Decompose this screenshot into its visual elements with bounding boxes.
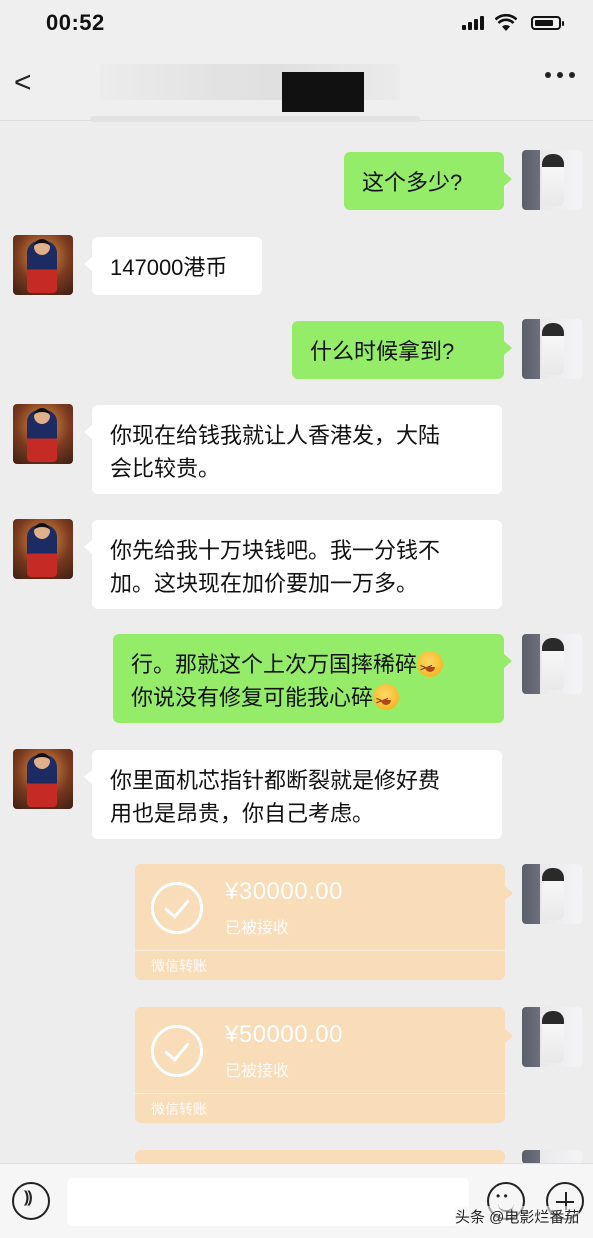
message-text: 什么时候拿到?: [310, 339, 455, 364]
my-avatar[interactable]: [522, 1150, 582, 1164]
back-icon[interactable]: <: [14, 68, 32, 98]
transfer-status: 已被接收: [225, 1063, 290, 1080]
message-text-line: 你里面机芯指针都断裂就是修好费: [110, 768, 441, 793]
message-text-line: 加。这块现在加价要加一万多。: [110, 571, 419, 596]
message-text-line: 你现在给钱我就让人香港发，大陆: [110, 423, 441, 448]
message-bubble-incoming[interactable]: 你先给我十万块钱吧。我一分钱不 加。这块现在加价要加一万多。: [84, 520, 502, 609]
transfer-divider: [135, 1093, 505, 1094]
status-time: 00:52: [46, 10, 105, 35]
transfer-amount: ¥50000.00: [225, 1021, 343, 1048]
transfer-footer: 微信转账: [151, 1101, 207, 1117]
message-text-line: 你说没有修复可能我心碎: [131, 685, 374, 710]
wifi-icon: [494, 13, 518, 32]
transfer-status: 已被接收: [225, 920, 290, 937]
message-bubble-outgoing[interactable]: 什么时候拿到?: [292, 321, 512, 379]
message-bubble-incoming[interactable]: 你里面机芯指针都断裂就是修好费 用也是昂贵，你自己考虑。: [84, 750, 502, 839]
battery-icon: [531, 16, 564, 30]
contact-avatar[interactable]: [13, 235, 73, 295]
transfer-amount: ¥30000.00: [225, 878, 343, 905]
message-bubble-outgoing[interactable]: 行。那就这个上次万国摔稀碎 你说没有修复可能我心碎: [113, 634, 512, 723]
message-bubble-incoming[interactable]: 147000港币: [84, 237, 262, 295]
message-text: 这个多少?: [362, 170, 463, 195]
watermark: 头条 @电影烂番茄: [455, 1206, 580, 1227]
transfer-card[interactable]: ¥50000.00 已被接收 微信转账: [135, 1007, 513, 1123]
my-avatar[interactable]: [522, 150, 582, 210]
message-bubble-outgoing[interactable]: 这个多少?: [344, 152, 512, 210]
message-text-line: 会比较贵。: [110, 456, 221, 481]
message-text-line: 用也是昂贵，你自己考虑。: [110, 801, 375, 826]
my-avatar[interactable]: [522, 634, 582, 694]
transfer-card[interactable]: ¥30000.00 已被接收 微信转账: [135, 864, 513, 980]
angry-face-emoji-icon: [417, 651, 444, 685]
message-bubble-incoming[interactable]: 你现在给钱我就让人香港发，大陆 会比较贵。: [84, 405, 502, 494]
transfer-footer: 微信转账: [151, 958, 207, 974]
chat-header: <: [0, 50, 593, 122]
my-avatar[interactable]: [522, 864, 582, 924]
angry-face-emoji-icon: [373, 684, 400, 718]
message-text: 147000港币: [110, 255, 228, 280]
my-avatar[interactable]: [522, 1007, 582, 1067]
checkmark-icon: [151, 882, 203, 934]
signal-icon: [462, 16, 486, 30]
chat-title-redaction: [282, 72, 364, 112]
transfer-card-partial[interactable]: [135, 1150, 513, 1186]
message-text-line: 行。那就这个上次万国摔稀碎: [131, 652, 418, 677]
contact-avatar[interactable]: [13, 404, 73, 464]
message-input[interactable]: [67, 1178, 469, 1226]
contact-avatar[interactable]: [13, 519, 73, 579]
header-blur-line: [90, 116, 420, 122]
message-text-line: 你先给我十万块钱吧。我一分钱不: [110, 538, 441, 563]
transfer-divider: [135, 950, 505, 951]
contact-avatar[interactable]: [13, 749, 73, 809]
checkmark-icon: [151, 1025, 203, 1077]
more-icon[interactable]: [545, 72, 575, 82]
status-bar: 00:52: [0, 0, 593, 50]
my-avatar[interactable]: [522, 319, 582, 379]
voice-icon[interactable]: [12, 1182, 50, 1220]
